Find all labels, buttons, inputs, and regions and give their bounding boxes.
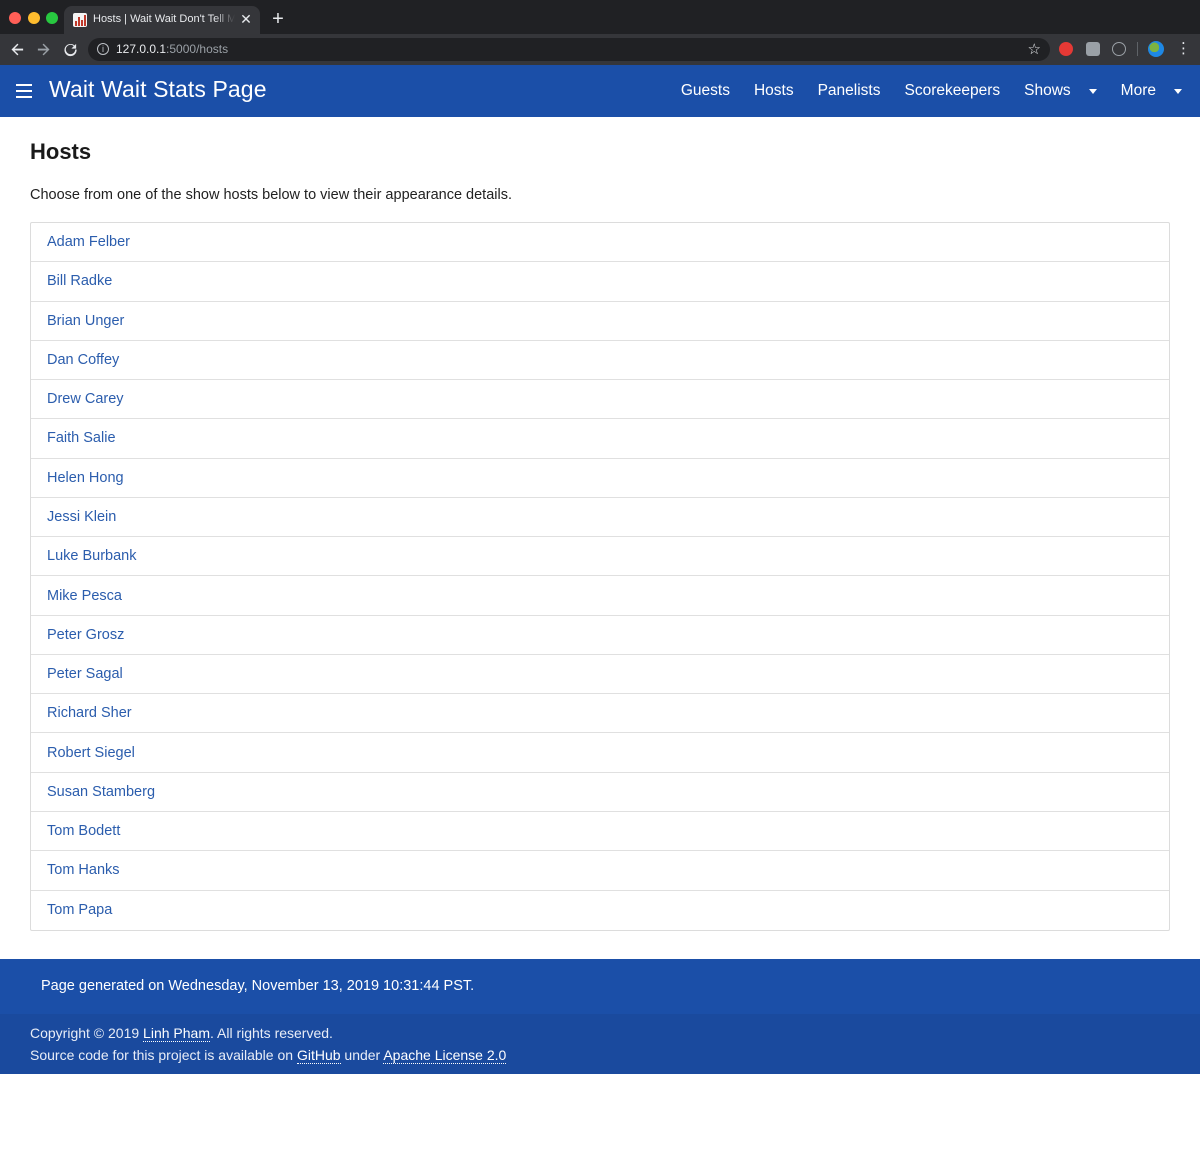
- minimize-window-button[interactable]: [28, 12, 40, 24]
- source-mid: under: [340, 1047, 384, 1063]
- source-line: Source code for this project is availabl…: [30, 1047, 507, 1064]
- nav-more-label: More: [1120, 82, 1156, 99]
- app-bar: Wait Wait Stats Page Guests Hosts Paneli…: [0, 65, 1200, 117]
- host-link[interactable]: Richard Sher: [47, 705, 132, 721]
- host-link[interactable]: Robert Siegel: [47, 745, 135, 761]
- host-link[interactable]: Brian Unger: [47, 313, 124, 329]
- host-link[interactable]: Luke Burbank: [47, 548, 136, 564]
- chevron-down-icon: [1174, 88, 1182, 94]
- nav-panelists[interactable]: Panelists: [818, 82, 881, 100]
- page-title: Hosts: [30, 139, 92, 164]
- address-bar[interactable]: i 127.0.0.1:5000/hosts ☆: [88, 38, 1050, 61]
- nav-guests[interactable]: Guests: [681, 82, 730, 100]
- list-item: Tom Papa: [31, 891, 1169, 930]
- host-link[interactable]: Mike Pesca: [47, 588, 122, 604]
- host-link[interactable]: Tom Papa: [47, 902, 112, 918]
- new-tab-icon[interactable]: +: [268, 9, 288, 29]
- nav-shows[interactable]: Shows: [1024, 82, 1097, 100]
- hamburger-menu-icon[interactable]: [16, 83, 34, 99]
- list-item: Peter Grosz: [31, 616, 1169, 655]
- list-item: Mike Pesca: [31, 576, 1169, 616]
- top-nav: Guests Hosts Panelists Scorekeepers Show…: [681, 65, 1200, 117]
- generated-timestamp: Page generated on Wednesday, November 13…: [41, 978, 475, 994]
- host-link[interactable]: Tom Hanks: [47, 862, 120, 878]
- browser-menu-icon[interactable]: ⋮: [1176, 40, 1191, 58]
- list-item: Tom Hanks: [31, 851, 1169, 891]
- camera-icon[interactable]: [1086, 42, 1100, 56]
- nav-scorekeepers[interactable]: Scorekeepers: [905, 82, 1001, 100]
- footer-credits: Copyright © 2019 Linh Pham. All rights r…: [0, 1014, 1200, 1074]
- list-item: Faith Salie: [31, 419, 1169, 459]
- back-icon[interactable]: [6, 38, 28, 60]
- extension-icon[interactable]: [1059, 42, 1073, 56]
- host-link[interactable]: Dan Coffey: [47, 352, 119, 368]
- github-link[interactable]: GitHub: [296, 1047, 341, 1064]
- list-item: Brian Unger: [31, 302, 1169, 341]
- list-item: Drew Carey: [31, 380, 1169, 420]
- host-link[interactable]: Faith Salie: [47, 430, 116, 446]
- browser-tab[interactable]: Hosts | Wait Wait Don't Tell Me ✕: [64, 6, 260, 34]
- host-link[interactable]: Peter Grosz: [47, 627, 124, 643]
- source-prefix: Source code for this project is availabl…: [30, 1047, 297, 1063]
- list-item: Bill Radke: [31, 262, 1169, 302]
- info-extension-icon[interactable]: [1112, 42, 1126, 56]
- copyright-suffix: . All rights reserved.: [209, 1025, 333, 1041]
- reload-icon[interactable]: [59, 38, 81, 60]
- profile-avatar[interactable]: [1148, 41, 1164, 57]
- host-link[interactable]: Adam Felber: [47, 234, 130, 250]
- tab-title: Hosts | Wait Wait Don't Tell Me: [93, 13, 235, 25]
- toolbar-divider: [1137, 42, 1138, 56]
- nav-more[interactable]: More: [1121, 82, 1182, 100]
- footer-generated-bar: Page generated on Wednesday, November 13…: [0, 959, 1200, 1014]
- address-url: 127.0.0.1:5000/hosts: [116, 42, 229, 56]
- host-link[interactable]: Helen Hong: [47, 470, 124, 486]
- chevron-down-icon: [1088, 88, 1097, 94]
- list-item: Susan Stamberg: [31, 773, 1169, 812]
- maximize-window-button[interactable]: [46, 12, 58, 24]
- close-icon[interactable]: ✕: [238, 11, 254, 27]
- bookmark-star-icon[interactable]: ☆: [1028, 40, 1041, 58]
- favicon-icon: [73, 13, 87, 27]
- copyright-line: Copyright © 2019 Linh Pham. All rights r…: [30, 1025, 333, 1042]
- list-item: Helen Hong: [31, 459, 1169, 498]
- browser-tabstrip: Hosts | Wait Wait Don't Tell Me ✕ +: [0, 0, 1200, 34]
- host-link[interactable]: Drew Carey: [47, 391, 124, 407]
- host-link[interactable]: Tom Bodett: [47, 823, 120, 839]
- list-item: Jessi Klein: [31, 498, 1169, 538]
- host-link[interactable]: Jessi Klein: [47, 509, 116, 525]
- host-link[interactable]: Bill Radke: [47, 273, 112, 289]
- list-item: Tom Bodett: [31, 812, 1169, 852]
- list-item: Luke Burbank: [31, 537, 1169, 577]
- license-link[interactable]: Apache License 2.0: [383, 1047, 507, 1064]
- copyright-prefix: Copyright © 2019: [30, 1025, 144, 1041]
- list-item: Peter Sagal: [31, 655, 1169, 695]
- site-info-icon[interactable]: i: [97, 43, 109, 55]
- close-window-button[interactable]: [9, 12, 21, 24]
- list-item: Richard Sher: [31, 694, 1169, 734]
- nav-shows-label: Shows: [1024, 82, 1071, 99]
- page-description: Choose from one of the show hosts below …: [30, 187, 512, 203]
- author-link[interactable]: Linh Pham: [143, 1025, 210, 1042]
- host-list: Adam Felber Bill Radke Brian Unger Dan C…: [30, 222, 1170, 931]
- list-item: Dan Coffey: [31, 341, 1169, 381]
- nav-hosts[interactable]: Hosts: [754, 82, 794, 100]
- list-item: Robert Siegel: [31, 733, 1169, 773]
- page-footer: Page generated on Wednesday, November 13…: [0, 959, 1200, 1074]
- forward-icon[interactable]: [32, 38, 54, 60]
- app-title[interactable]: Wait Wait Stats Page: [49, 76, 267, 103]
- host-link[interactable]: Susan Stamberg: [47, 784, 155, 800]
- list-item: Adam Felber: [31, 223, 1169, 263]
- host-link[interactable]: Peter Sagal: [47, 666, 123, 682]
